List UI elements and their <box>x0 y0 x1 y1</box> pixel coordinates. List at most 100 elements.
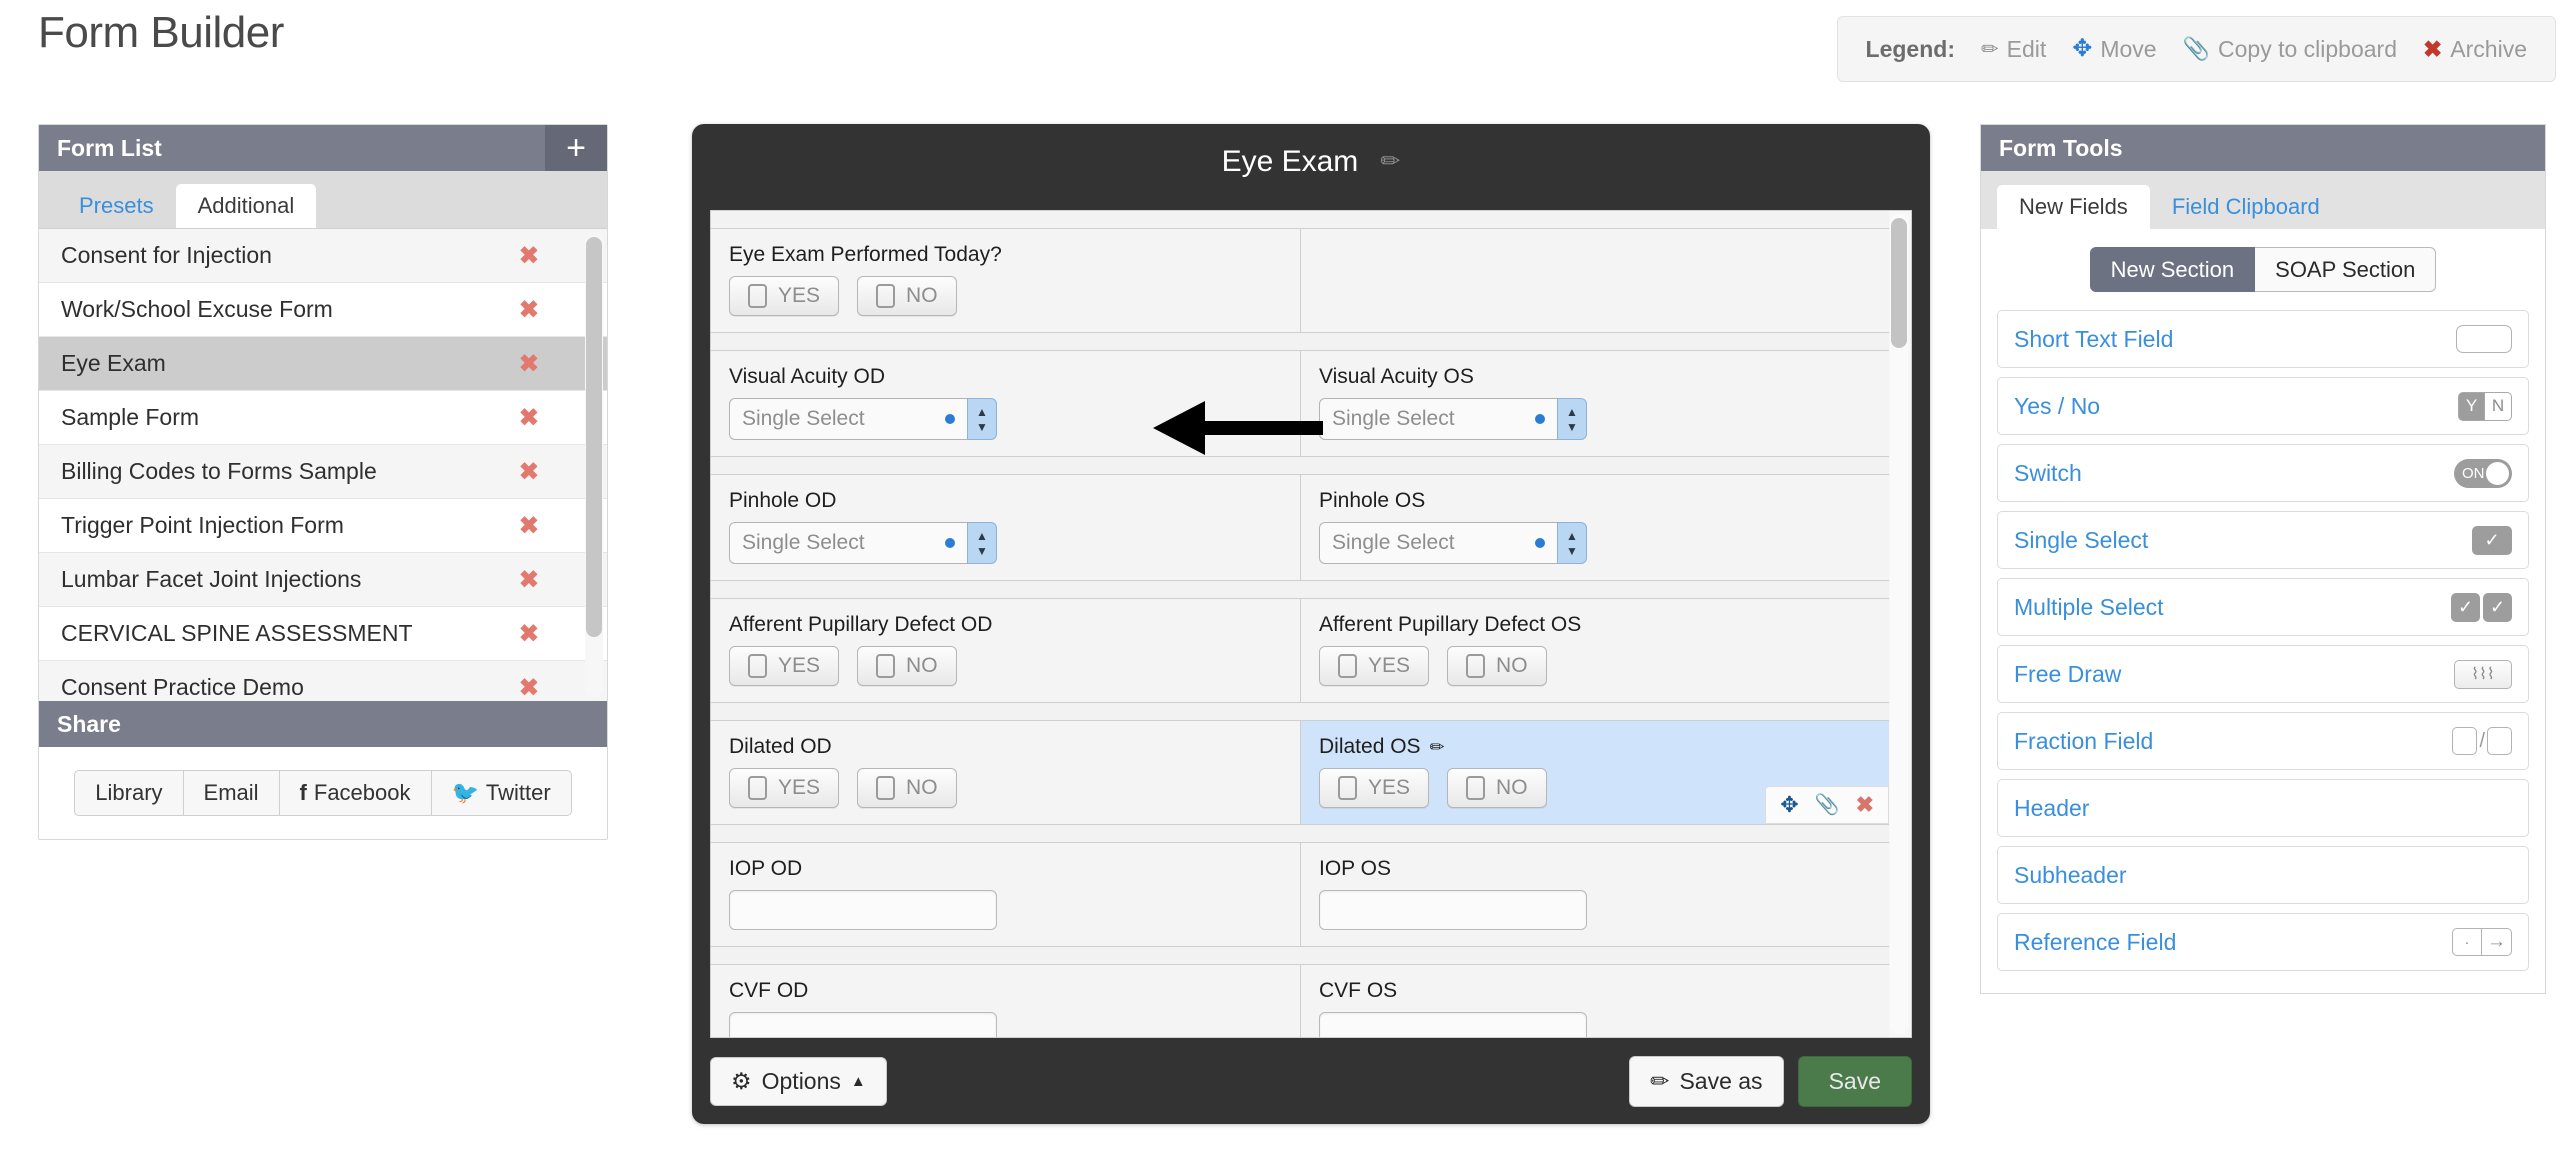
single-select-control[interactable]: Single Select ▲ ▼ <box>1319 522 1587 564</box>
legend-item-copy: 📎 Copy to clipboard <box>2183 36 2397 63</box>
x-icon[interactable]: ✖ <box>519 673 539 701</box>
caret-up-icon[interactable]: ▲ <box>976 530 988 542</box>
yes-button[interactable]: YES <box>729 768 840 808</box>
single-select-control[interactable]: Single Select ▲ ▼ <box>729 522 997 564</box>
field-type-reference[interactable]: Reference Field · → <box>1997 913 2529 972</box>
new-section-button[interactable]: New Section <box>2089 247 2256 293</box>
yes-button[interactable]: YES <box>1319 646 1430 686</box>
select-spinner[interactable]: ▲ ▼ <box>967 398 997 440</box>
field-type-free-draw[interactable]: Free Draw ⌇⌇⌇ <box>1997 645 2529 704</box>
field-cell[interactable]: Afferent Pupillary Defect OD YES NO <box>711 599 1300 702</box>
share-library-button[interactable]: Library <box>74 770 184 816</box>
share-twitter-button[interactable]: 🐦 Twitter <box>430 770 572 816</box>
x-icon[interactable]: ✖ <box>519 403 539 432</box>
field-cell[interactable]: Eye Exam Performed Today? YES NO <box>711 229 1300 332</box>
list-item[interactable]: Billing Codes to Forms Sample ✖ <box>39 445 607 499</box>
select-spinner[interactable]: ▲ ▼ <box>967 522 997 564</box>
field-type-single-select[interactable]: Single Select ✓ <box>1997 511 2529 570</box>
x-icon[interactable]: ✖ <box>519 241 539 270</box>
field-cell-highlighted[interactable]: Dilated OS ✏ YES NO ✥ 📎 ✖ <box>1300 721 1889 824</box>
field-cell-empty[interactable] <box>1300 229 1889 332</box>
caret-down-icon[interactable]: ▼ <box>976 545 988 557</box>
field-cell[interactable]: IOP OS <box>1300 843 1889 946</box>
field-type-switch[interactable]: Switch ON <box>1997 444 2529 503</box>
x-icon[interactable]: ✖ <box>1856 794 1874 816</box>
list-item-selected[interactable]: Eye Exam ✖ <box>39 337 607 391</box>
field-cell[interactable]: Visual Acuity OS Single Select ▲ ▼ <box>1300 351 1889 456</box>
add-form-button[interactable]: + <box>545 125 607 171</box>
caret-down-icon[interactable]: ▼ <box>976 421 988 433</box>
select-field[interactable]: Single Select <box>729 522 967 564</box>
yes-button[interactable]: YES <box>729 646 840 686</box>
text-input[interactable] <box>1319 1012 1587 1037</box>
x-icon[interactable]: ✖ <box>519 565 539 594</box>
caret-down-icon[interactable]: ▼ <box>1566 545 1578 557</box>
no-button[interactable]: NO <box>857 276 957 316</box>
x-icon[interactable]: ✖ <box>519 511 539 540</box>
field-label: CVF OS <box>1319 979 1398 1002</box>
field-label: IOP OD <box>729 857 803 880</box>
field-type-subheader[interactable]: Subheader <box>1997 846 2529 905</box>
x-icon[interactable]: ✖ <box>519 295 539 324</box>
soap-section-button[interactable]: SOAP Section <box>2255 247 2437 293</box>
x-icon[interactable]: ✖ <box>519 457 539 486</box>
share-email-button[interactable]: Email <box>182 770 280 816</box>
caret-up-icon[interactable]: ▲ <box>976 406 988 418</box>
select-field[interactable]: Single Select <box>1319 398 1557 440</box>
share-facebook-button[interactable]: f Facebook <box>278 770 432 816</box>
field-cell[interactable]: Pinhole OD Single Select ▲ ▼ <box>711 475 1300 580</box>
form-scrollbar-thumb[interactable] <box>1891 218 1907 348</box>
text-input[interactable] <box>1319 890 1587 930</box>
move-icon[interactable]: ✥ <box>1780 794 1798 816</box>
field-type-yes-no[interactable]: Yes / No Y N <box>1997 377 2529 436</box>
x-icon[interactable]: ✖ <box>519 349 539 378</box>
tab-field-clipboard[interactable]: Field Clipboard <box>2150 185 2342 229</box>
caret-down-icon[interactable]: ▼ <box>1566 421 1578 433</box>
save-as-button[interactable]: ✏ Save as <box>1629 1055 1784 1107</box>
list-item[interactable]: Work/School Excuse Form ✖ <box>39 283 607 337</box>
select-field[interactable]: Single Select <box>1319 522 1557 564</box>
list-item[interactable]: Sample Form ✖ <box>39 391 607 445</box>
field-cell[interactable]: CVF OD <box>711 965 1300 1037</box>
field-type-fraction[interactable]: Fraction Field / <box>1997 712 2529 771</box>
field-cell[interactable]: Pinhole OS Single Select ▲ ▼ <box>1300 475 1889 580</box>
no-button[interactable]: NO <box>1447 646 1547 686</box>
field-type-multiple-select[interactable]: Multiple Select ✓ ✓ <box>1997 578 2529 637</box>
form-list-scrollbar-thumb[interactable] <box>586 237 602 637</box>
yes-button[interactable]: YES <box>729 276 840 316</box>
tab-presets[interactable]: Presets <box>57 184 176 228</box>
tab-new-fields[interactable]: New Fields <box>1997 184 2150 229</box>
no-button[interactable]: NO <box>1447 768 1547 808</box>
pencil-icon[interactable]: ✏ <box>1430 738 1445 756</box>
select-field[interactable]: Single Select <box>729 398 967 440</box>
text-input[interactable] <box>729 1012 997 1037</box>
single-select-control[interactable]: Single Select ▲ ▼ <box>1319 398 1587 440</box>
save-button[interactable]: Save <box>1797 1055 1912 1107</box>
list-item[interactable]: Trigger Point Injection Form ✖ <box>39 499 607 553</box>
pencil-icon[interactable]: ✏ <box>1380 150 1400 174</box>
field-cell[interactable]: Afferent Pupillary Defect OS YES NO <box>1300 599 1889 702</box>
tab-additional[interactable]: Additional <box>175 183 317 228</box>
field-cell[interactable]: IOP OD <box>711 843 1300 946</box>
no-button[interactable]: NO <box>857 646 957 686</box>
field-type-short-text[interactable]: Short Text Field <box>1997 310 2529 369</box>
list-item[interactable]: Lumbar Facet Joint Injections ✖ <box>39 553 607 607</box>
field-type-header[interactable]: Header <box>1997 779 2529 838</box>
text-input[interactable] <box>729 890 997 930</box>
list-item[interactable]: Consent for Injection ✖ <box>39 229 607 283</box>
double-checkmark-icon: ✓ ✓ <box>2451 592 2512 622</box>
single-select-control[interactable]: Single Select ▲ ▼ <box>729 398 997 440</box>
caret-up-icon[interactable]: ▲ <box>1566 530 1578 542</box>
list-item[interactable]: CERVICAL SPINE ASSESSMENT ✖ <box>39 607 607 661</box>
x-icon[interactable]: ✖ <box>519 619 539 648</box>
caret-up-icon[interactable]: ▲ <box>1566 406 1578 418</box>
yes-button[interactable]: YES <box>1319 768 1430 808</box>
paperclip-icon[interactable]: 📎 <box>1815 795 1840 815</box>
no-button[interactable]: NO <box>857 768 957 808</box>
field-cell[interactable]: Dilated OD YES NO <box>711 721 1300 824</box>
field-cell[interactable]: CVF OS <box>1300 965 1889 1037</box>
options-button[interactable]: ⚙ Options ▲ <box>710 1056 887 1106</box>
select-spinner[interactable]: ▲ ▼ <box>1557 522 1587 564</box>
list-item[interactable]: Consent Practice Demo ✖ <box>39 661 607 701</box>
select-spinner[interactable]: ▲ ▼ <box>1557 398 1587 440</box>
